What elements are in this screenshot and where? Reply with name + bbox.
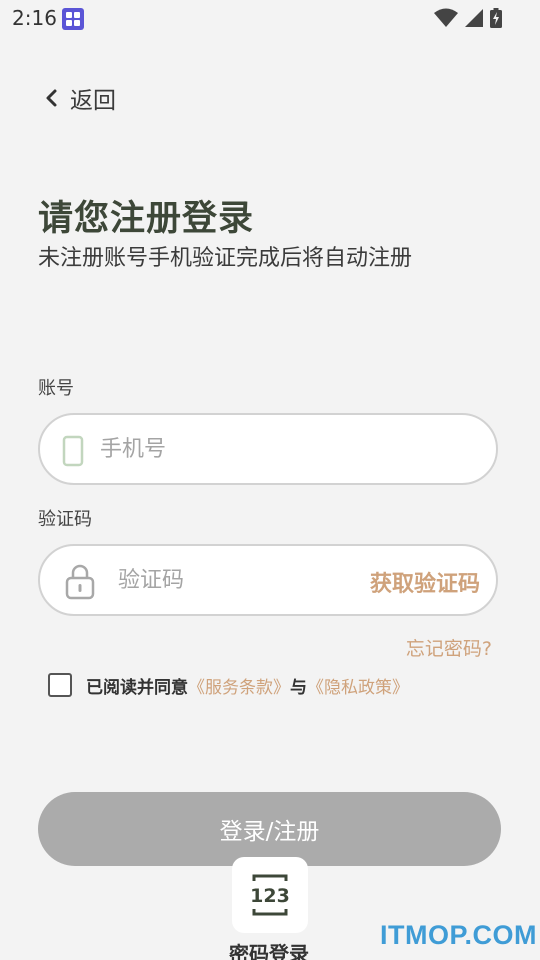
keypad-123-icon: 123 bbox=[250, 874, 290, 916]
status-time: 2:16 bbox=[12, 6, 57, 30]
phone-icon bbox=[62, 435, 84, 467]
password-login-label: 密码登录 bbox=[229, 942, 309, 960]
password-login-button[interactable]: 123 bbox=[232, 857, 308, 933]
back-label: 返回 bbox=[70, 88, 116, 114]
get-code-button[interactable]: 获取验证码 bbox=[370, 566, 480, 598]
login-screen: 2:16 返回 请您注册登录 未注册账号手机验证完成后将自动注册 账号 手机号 … bbox=[0, 0, 540, 960]
lock-icon bbox=[65, 564, 95, 600]
terms-link[interactable]: 《服务条款》 bbox=[188, 673, 290, 698]
keypad-icon-text: 123 bbox=[250, 885, 290, 907]
login-register-button[interactable]: 登录/注册 bbox=[38, 792, 501, 866]
chevron-left-icon bbox=[46, 89, 57, 107]
battery-charging-icon bbox=[490, 8, 502, 28]
app-notification-icon bbox=[62, 8, 84, 30]
signal-icon bbox=[465, 9, 483, 27]
agreement-row: 已阅读并同意 《服务条款》 与 《隐私政策》 bbox=[48, 670, 409, 700]
forgot-password-link[interactable]: 忘记密码? bbox=[406, 634, 492, 661]
back-button[interactable]: 返回 bbox=[44, 80, 116, 116]
status-icons bbox=[434, 8, 502, 28]
page-subtitle: 未注册账号手机验证完成后将自动注册 bbox=[38, 246, 413, 271]
wifi-icon bbox=[434, 8, 458, 27]
phone-input[interactable] bbox=[98, 415, 482, 483]
account-label: 账号 bbox=[38, 378, 74, 399]
agreement-prefix: 已阅读并同意 bbox=[86, 677, 188, 698]
page-title: 请您注册登录 bbox=[38, 199, 255, 239]
code-input-box: 获取验证码 bbox=[38, 544, 498, 616]
agreement-checkbox[interactable] bbox=[48, 673, 72, 697]
code-label: 验证码 bbox=[38, 509, 92, 530]
status-bar: 2:16 bbox=[0, 0, 540, 36]
code-input[interactable] bbox=[116, 546, 360, 614]
agreement-connector: 与 bbox=[290, 677, 307, 698]
phone-input-box bbox=[38, 413, 498, 485]
privacy-link[interactable]: 《隐私政策》 bbox=[307, 673, 409, 698]
watermark: ITMOP.COM bbox=[380, 920, 538, 950]
